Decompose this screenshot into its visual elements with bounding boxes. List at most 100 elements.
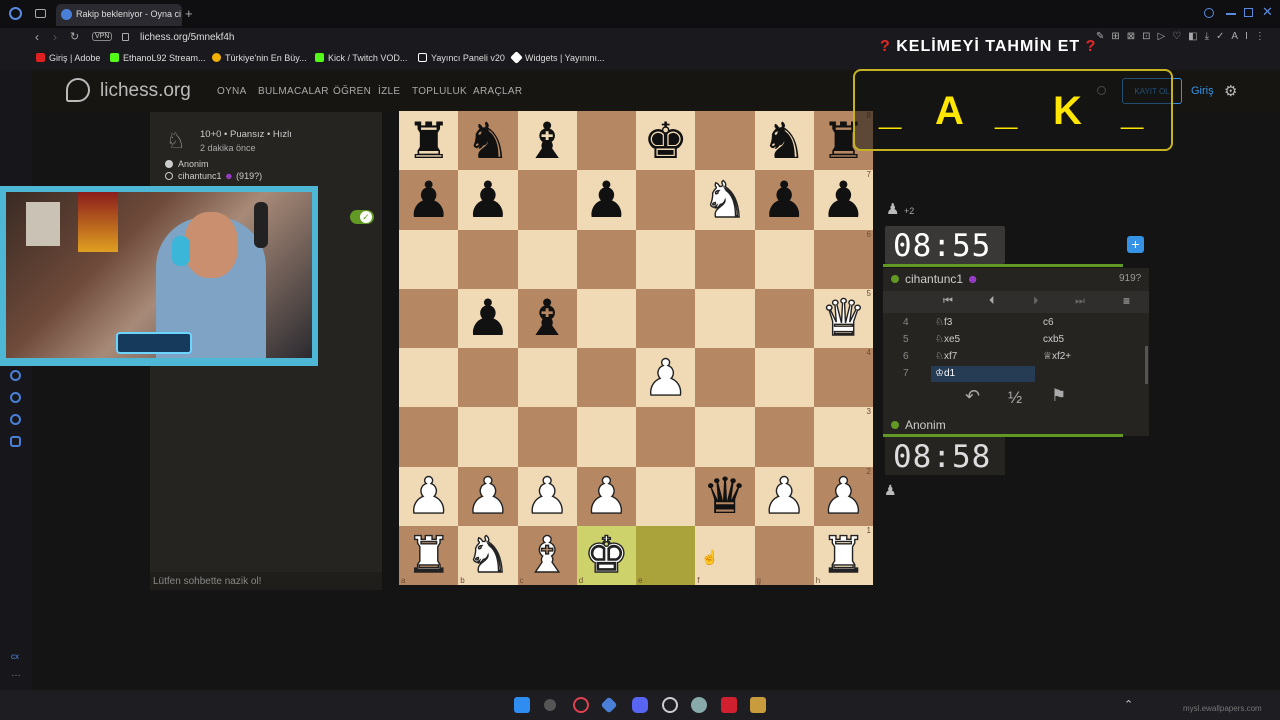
black-king-icon[interactable]: ♚ [643, 116, 688, 166]
square-g3[interactable] [754, 407, 814, 467]
search-taskbar-icon[interactable] [544, 699, 556, 711]
login-link[interactable]: Giriş [1191, 85, 1214, 97]
square-c8[interactable]: ♝ [517, 111, 577, 171]
black-knight-icon[interactable]: ♞ [762, 116, 807, 166]
black-knight-icon[interactable]: ♞ [465, 116, 510, 166]
square-a5[interactable] [399, 288, 459, 348]
square-a6[interactable] [399, 229, 459, 289]
square-f6[interactable] [695, 229, 755, 289]
lock-icon[interactable] [122, 33, 129, 41]
close-window-button[interactable]: ✕ [1262, 4, 1273, 20]
square-d5[interactable] [576, 288, 636, 348]
white-move[interactable]: ♘xe5 [935, 334, 960, 345]
square-b7[interactable]: ♟ [458, 170, 518, 230]
square-e1[interactable]: e [636, 525, 696, 585]
black-pawn-icon[interactable]: ♟ [821, 175, 866, 225]
square-d4[interactable] [576, 348, 636, 408]
tray-icon[interactable]: ⌃ [1124, 698, 1133, 711]
minimize-button[interactable] [1226, 13, 1236, 15]
square-g6[interactable] [754, 229, 814, 289]
gear-icon[interactable]: ⚙ [1224, 82, 1237, 100]
white-move[interactable]: ♔d1 [935, 368, 955, 379]
nav-learn[interactable]: ÖĞREN [333, 86, 371, 97]
offer-draw-button[interactable]: ½ [1008, 388, 1022, 408]
player-icon[interactable] [10, 370, 21, 381]
league-icon[interactable] [750, 697, 766, 713]
maximize-button[interactable] [1244, 8, 1253, 17]
forward-icon[interactable]: › [53, 30, 57, 44]
app-icon[interactable] [600, 696, 618, 714]
chat-input[interactable]: Lütfen sohbette nazik ol! [150, 572, 382, 590]
nav-tools[interactable]: ARAÇLAR [473, 86, 522, 97]
nav-watch[interactable]: İZLE [378, 86, 400, 97]
more-icon[interactable]: … [11, 668, 21, 679]
square-d7[interactable]: ♟ [576, 170, 636, 230]
square-h4[interactable]: 4 [813, 348, 873, 408]
white-knight-icon[interactable]: ♞ [702, 174, 748, 225]
square-a4[interactable] [399, 348, 459, 408]
bookmark-item[interactable]: Kick / Twitch VOD... [315, 53, 407, 63]
extensions-toolbar[interactable]: ✎⊞⊠⊡▷♡◧⤓✓AI⋮ [1096, 31, 1272, 42]
black-player-row[interactable]: cihantunc1 ☻ (919?) [165, 171, 262, 181]
sidebar-cx-icon[interactable]: cx [11, 652, 19, 661]
settings-icon[interactable] [10, 436, 21, 447]
new-tab-button[interactable]: + [185, 6, 193, 21]
square-b2[interactable]: ♟ [458, 466, 518, 526]
square-d3[interactable] [576, 407, 636, 467]
bottom-player-row[interactable]: Anonim [891, 418, 946, 432]
square-f8[interactable] [695, 111, 755, 171]
square-h6[interactable]: 6 [813, 229, 873, 289]
square-d8[interactable] [576, 111, 636, 171]
square-a2[interactable]: ♟ [399, 466, 459, 526]
square-g5[interactable] [754, 288, 814, 348]
black-move[interactable]: c6 [1043, 317, 1054, 328]
square-h5[interactable]: ♛ 5 [813, 288, 873, 348]
black-bishop-icon[interactable]: ♝ [525, 293, 570, 343]
square-e6[interactable] [636, 229, 696, 289]
square-e3[interactable] [636, 407, 696, 467]
square-f2[interactable]: ♛ [695, 466, 755, 526]
square-g8[interactable]: ♞ [754, 111, 814, 171]
square-b8[interactable]: ♞ [458, 111, 518, 171]
black-pawn-icon[interactable]: ♟ [762, 175, 807, 225]
square-f5[interactable] [695, 288, 755, 348]
square-d6[interactable] [576, 229, 636, 289]
square-e7[interactable] [636, 170, 696, 230]
white-pawn-icon[interactable]: ♟ [820, 470, 866, 521]
white-queen-icon[interactable]: ♛ [820, 293, 866, 344]
square-d1[interactable]: ♚ d [576, 525, 636, 585]
takeback-button[interactable]: ↶ [965, 386, 980, 407]
opera-gx-icon[interactable] [573, 697, 589, 713]
square-c5[interactable]: ♝ [517, 288, 577, 348]
square-e4[interactable]: ♟ [636, 348, 696, 408]
search-tabs-icon[interactable] [1204, 8, 1214, 18]
square-h2[interactable]: ♟ 2 [813, 466, 873, 526]
url-field[interactable]: lichess.org/5mnekf4h [140, 32, 235, 43]
black-bishop-icon[interactable]: ♝ [525, 116, 570, 166]
browser-tab[interactable]: Rakip bekleniyor - Oyna ci [56, 4, 182, 26]
nav-community[interactable]: TOPLULUK [412, 86, 467, 97]
white-move[interactable]: ♘f3 [935, 317, 952, 328]
white-bishop-icon[interactable]: ♝ [524, 530, 570, 581]
square-c7[interactable] [517, 170, 577, 230]
square-b1[interactable]: ♞ b [458, 525, 518, 585]
square-f4[interactable] [695, 348, 755, 408]
add-time-button[interactable]: + [1127, 236, 1144, 253]
square-a3[interactable] [399, 407, 459, 467]
opera-logo-icon[interactable] [9, 7, 22, 20]
white-player-row[interactable]: Anonim [165, 159, 209, 169]
obs-icon[interactable] [662, 697, 678, 713]
resign-button[interactable]: ⚑ [1051, 386, 1066, 406]
white-pawn-icon[interactable]: ♟ [583, 470, 629, 521]
top-player-row[interactable]: cihantunc1 ☻ [891, 272, 979, 286]
white-knight-icon[interactable]: ♞ [465, 530, 511, 581]
square-a8[interactable]: ♜ [399, 111, 459, 171]
vpn-badge[interactable]: VPN [92, 32, 113, 41]
black-pawn-icon[interactable]: ♟ [406, 175, 451, 225]
square-d2[interactable]: ♟ [576, 466, 636, 526]
square-f3[interactable] [695, 407, 755, 467]
site-logo-text[interactable]: lichess.org [100, 80, 191, 102]
windows-start-icon[interactable] [514, 697, 530, 713]
square-c2[interactable]: ♟ [517, 466, 577, 526]
black-move[interactable]: cxb5 [1043, 334, 1064, 345]
